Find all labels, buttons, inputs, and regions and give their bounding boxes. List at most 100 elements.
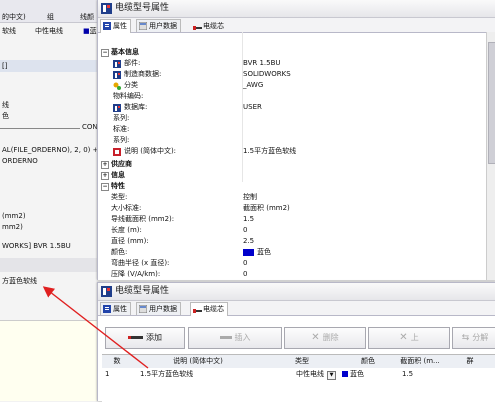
column-header[interactable]: 截面积 (m... xyxy=(396,355,445,368)
property-row[interactable]: 直径 (mm): 2.5 xyxy=(98,236,495,247)
background-text: 线 xyxy=(2,101,9,109)
property-row[interactable]: 物料编码: xyxy=(98,91,495,102)
button-label: 插入 xyxy=(234,333,251,342)
background-panel-header xyxy=(0,60,100,72)
tab-label: 用户数据 xyxy=(149,305,177,313)
column-header[interactable]: 群 xyxy=(444,355,495,368)
property-label: 部件: xyxy=(124,59,141,67)
property-row[interactable]: 系列: xyxy=(98,135,495,146)
background-divider xyxy=(0,128,80,129)
tab-properties[interactable]: 属性 xyxy=(100,19,131,33)
button-label: 添加 xyxy=(146,333,162,342)
cell-number: 1 xyxy=(105,370,110,378)
insert-button[interactable]: 插入 xyxy=(188,327,282,349)
type-dropdown-arrow-icon[interactable]: ▼ xyxy=(327,371,336,380)
tab-label: 属性 xyxy=(113,305,127,313)
property-label: 弯曲半径 (x 直径): xyxy=(111,259,170,267)
column-header[interactable]: 颜色 xyxy=(340,355,397,368)
property-row[interactable]: 系列: xyxy=(98,113,495,124)
window-title: 电缆型号属性 xyxy=(115,286,170,296)
property-row[interactable]: 压降 (V/A/km): 0 xyxy=(98,269,495,280)
property-row[interactable]: 部件: BVR 1.5BU xyxy=(98,58,495,69)
tab-cable-cores[interactable]: 电缆芯 xyxy=(190,302,228,316)
color-swatch xyxy=(243,248,254,256)
delete-button[interactable]: ✕ 删除 xyxy=(284,327,366,349)
property-row[interactable]: 数据库: USER xyxy=(98,102,495,113)
column-header[interactable]: 类型 xyxy=(264,355,341,368)
tab-properties[interactable]: 属性 xyxy=(100,302,131,315)
window-title: 电缆型号属性 xyxy=(115,3,170,13)
property-label: 分类 xyxy=(124,81,138,89)
split-button[interactable]: ⇆ 分解 xyxy=(452,327,495,349)
property-value: BVR 1.5BU xyxy=(243,59,281,67)
table-row[interactable]: 1 1.5平方蓝色软线 中性电线 ▼ 蓝色 1.5 xyxy=(102,369,495,380)
background-header-cell: 线颜 xyxy=(80,13,94,21)
cell-color: 蓝色 xyxy=(342,369,364,380)
tab-cable-cores[interactable]: 电缆芯 xyxy=(190,19,228,32)
background-text: mm2) xyxy=(2,223,23,231)
tab-user-data[interactable]: 用户数据 xyxy=(136,19,181,32)
button-label: 上 xyxy=(410,333,419,342)
background-note-area xyxy=(0,320,100,401)
section-title: 信息 xyxy=(111,171,125,179)
property-label: 数据库: xyxy=(124,103,148,111)
window-titlebar: 电缆型号属性 xyxy=(98,0,495,18)
window-titlebar: 电缆型号属性 xyxy=(98,283,495,301)
background-text: 方蓝色软线 xyxy=(2,277,37,285)
property-row[interactable]: 制造商数据: SOLIDWORKS xyxy=(98,69,495,80)
section-info[interactable]: + 信息 xyxy=(98,170,495,181)
section-title: 特性 xyxy=(111,182,125,190)
section-supplier[interactable]: + 供应商 xyxy=(98,159,495,170)
property-row[interactable]: 说明 (简体中文): 1.5平方蓝色软线 xyxy=(98,146,495,157)
button-label: 删除 xyxy=(322,333,339,342)
property-row[interactable]: 颜色: 蓝色 xyxy=(98,247,495,258)
column-header[interactable]: 说明 (简体中文) xyxy=(132,355,265,368)
property-value: 1.5 xyxy=(243,215,255,223)
property-label: 压降 (V/A/km): xyxy=(111,270,161,278)
button-label: 分解 xyxy=(472,333,489,342)
property-row[interactable]: 导线截面积 (mm2): 1.5 xyxy=(98,214,495,225)
tab-label: 电缆芯 xyxy=(203,22,224,30)
background-header-cell: 的中文) xyxy=(2,13,26,21)
property-label: 系列: xyxy=(113,136,130,144)
property-row[interactable]: 弯曲半径 (x 直径): 0 xyxy=(98,258,495,269)
scrollbar-thumb[interactable] xyxy=(488,42,495,164)
section-basic-info[interactable]: − 基本信息 xyxy=(98,47,495,58)
background-window: 的中文) 组 线颜 软线 中性电线 ■蓝色 [] 线 色 CON AL(FILE… xyxy=(0,0,111,401)
cell-type: 中性电线 xyxy=(296,370,324,378)
column-header[interactable]: 数 xyxy=(102,355,133,368)
property-row[interactable]: 大小标准: 截面积 (mm2) xyxy=(98,203,495,214)
property-value: _AWG xyxy=(243,81,264,89)
property-value: 蓝色 xyxy=(257,248,271,256)
property-value: 0 xyxy=(243,270,248,278)
property-label: 颜色: xyxy=(111,248,128,256)
delete-icon: ✕ xyxy=(311,332,320,343)
section-properties[interactable]: − 特性 xyxy=(98,181,495,192)
property-row[interactable]: 分类 _AWG xyxy=(98,80,495,91)
property-label: 类型: xyxy=(111,193,128,201)
cell-description: 1.5平方蓝色软线 xyxy=(140,370,194,378)
background-text: 色 xyxy=(2,112,9,120)
add-button[interactable]: 添加 xyxy=(105,327,185,349)
cell-color-label: 蓝色 xyxy=(350,370,364,378)
property-value: 0 xyxy=(243,259,248,267)
property-row[interactable]: 长度 (m): 0 xyxy=(98,225,495,236)
tab-user-data[interactable]: 用户数据 xyxy=(136,302,181,315)
toolbar: 添加 插入 ✕ 删除 ✕ 上 ⇆ 分解 xyxy=(98,315,495,351)
property-label: 长度 (m): xyxy=(111,226,142,234)
insert-icon xyxy=(219,336,232,339)
split-icon: ⇆ xyxy=(461,333,470,343)
property-value: 2.5 xyxy=(243,237,255,245)
background-row-cell: 中性电线 xyxy=(35,27,63,35)
cable-properties-window: 电缆型号属性 属性 用户数据 电缆芯 − 基本信息 部件: BVR 1.5BU xyxy=(97,0,495,280)
property-grid: − 基本信息 部件: BVR 1.5BU 制造商数据: SOLIDWORKS 分… xyxy=(98,32,495,280)
move-up-button[interactable]: ✕ 上 xyxy=(368,327,450,349)
property-row[interactable]: 类型: 控制 xyxy=(98,192,495,203)
background-text: ORDERNO xyxy=(2,157,38,165)
tab-label: 用户数据 xyxy=(149,22,177,30)
property-row[interactable]: 标准: xyxy=(98,124,495,135)
property-value: SOLIDWORKS xyxy=(243,70,291,78)
section-title: 基本信息 xyxy=(111,48,139,56)
vertical-scrollbar[interactable] xyxy=(486,32,495,280)
tab-label: 电缆芯 xyxy=(203,305,224,313)
